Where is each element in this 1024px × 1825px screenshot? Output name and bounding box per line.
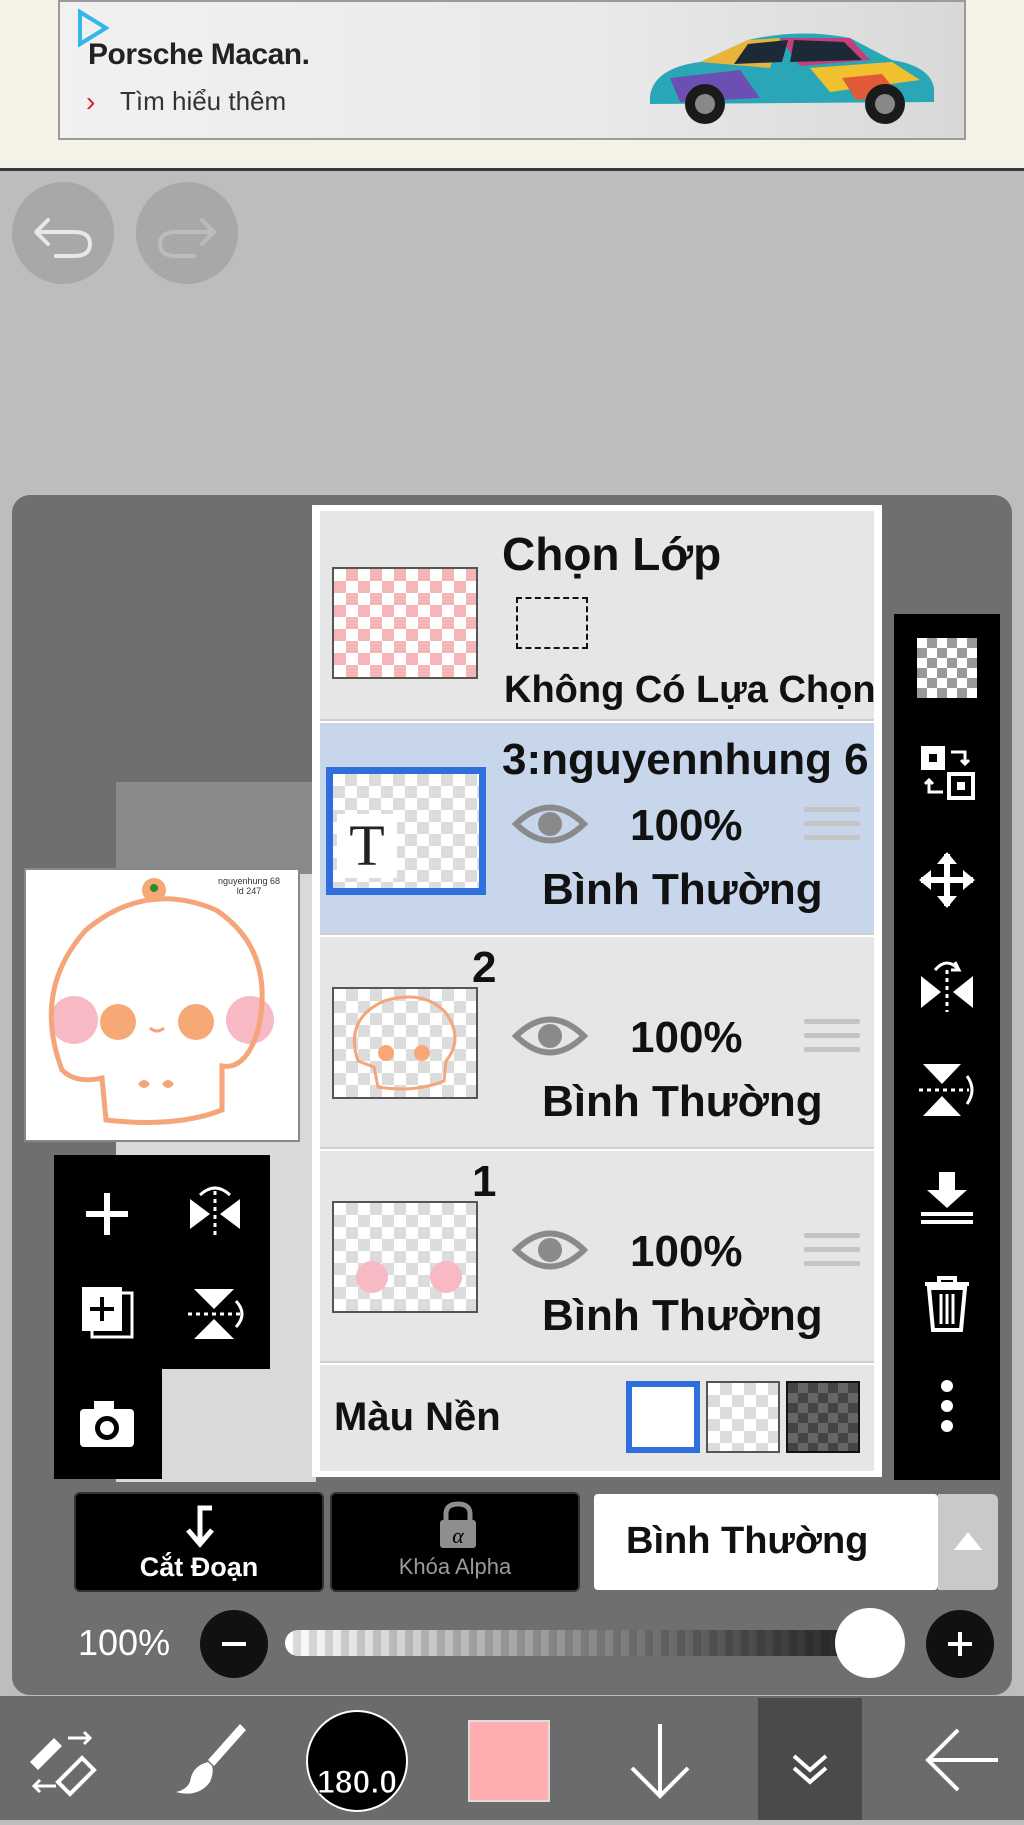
arrow-down-icon[interactable]: [620, 1716, 700, 1806]
ad-card[interactable]: Porsche Macan. › Tìm hiểu thêm: [58, 0, 966, 140]
triangle-up-icon: [954, 1532, 982, 1550]
layer-row[interactable]: T 3:nguyennhung 6 100% Bình Thường: [320, 723, 874, 935]
layer-blend-mode: Bình Thường: [542, 1291, 823, 1340]
opacity-decrease-button[interactable]: [200, 1610, 268, 1678]
layer-thumbnail: [332, 1201, 478, 1313]
ad-banner[interactable]: Porsche Macan. › Tìm hiểu thêm: [0, 0, 1024, 171]
layer-blend-mode: Bình Thường: [542, 865, 823, 914]
layer-name: 3:nguyennhung 6: [502, 735, 869, 784]
layer-thumbnail: T: [326, 767, 486, 895]
alpha-lock-button[interactable]: α Khóa Alpha: [330, 1492, 580, 1592]
flip-vertical-icon: [188, 1289, 244, 1339]
layer-opacity: 100%: [630, 801, 743, 850]
flip-vertical-button[interactable]: [180, 1279, 250, 1349]
redo-icon: [157, 218, 216, 258]
skull-outline-thumbnail: [352, 995, 457, 1091]
copy-layer-icon: [82, 1287, 134, 1339]
drag-handle-icon[interactable]: [804, 807, 860, 849]
background-color-row: Màu Nền: [320, 1365, 874, 1471]
brush-size-value: 180.0: [316, 1764, 398, 1801]
opacity-increase-button[interactable]: [926, 1610, 994, 1678]
alpha-lock-label: Khóa Alpha: [398, 1554, 512, 1579]
brush-size-button[interactable]: 180.0: [306, 1710, 408, 1812]
trash-icon[interactable]: [917, 1272, 977, 1332]
more-options-icon[interactable]: [917, 1376, 977, 1436]
drag-handle-icon[interactable]: [804, 1233, 860, 1275]
blend-mode-select[interactable]: Bình Thường: [594, 1494, 938, 1590]
flip-horizontal-icon: [190, 1186, 240, 1237]
selection-title: Chọn Lớp: [502, 528, 722, 580]
canvas-header: [116, 782, 316, 874]
layer-opacity: 100%: [630, 1013, 743, 1062]
car-image: [650, 33, 934, 124]
opacity-slider-thumb[interactable]: [835, 1608, 905, 1678]
ad-title: Porsche Macan.: [88, 38, 310, 71]
redo-button[interactable]: [136, 182, 238, 284]
eye-icon[interactable]: [512, 799, 588, 849]
layer-name: 1: [472, 1157, 497, 1206]
flip-horizontal-button[interactable]: [180, 1179, 250, 1249]
camera-icon: [80, 1401, 134, 1447]
eye-icon[interactable]: [512, 1011, 588, 1061]
selection-marquee-icon: [516, 597, 588, 649]
double-chevron-down-icon: [792, 1754, 828, 1785]
layer-tools-panel: [54, 1155, 270, 1369]
plus-icon: [86, 1193, 128, 1235]
drag-handle-icon[interactable]: [804, 1019, 860, 1061]
selection-status: Không Có Lựa Chọn: [504, 669, 876, 711]
layers-list: Chọn Lớp Không Có Lựa Chọn T 3:nguyennhu…: [312, 505, 882, 1477]
minus-icon: [222, 1642, 246, 1646]
text-layer-icon: T: [337, 814, 397, 878]
duplicate-layer-button[interactable]: [72, 1279, 142, 1349]
selection-thumbnail: [332, 567, 478, 679]
current-color-swatch[interactable]: [468, 1720, 550, 1802]
eye-icon[interactable]: [512, 1225, 588, 1275]
layer-name: 2: [472, 943, 497, 992]
merge-down-icon[interactable]: [917, 1168, 977, 1228]
brush-eraser-swap-icon[interactable]: [20, 1718, 104, 1802]
background-transparent-option[interactable]: [706, 1381, 780, 1453]
blend-mode-value: Bình Thường: [626, 1520, 869, 1562]
layer-row[interactable]: 1 100% Bình Thường: [320, 1151, 874, 1363]
blush-thumbnail: [356, 1261, 462, 1293]
clipping-arrow-icon: [186, 1505, 214, 1548]
add-layer-button[interactable]: [72, 1179, 142, 1249]
layer-row[interactable]: 2 100% Bình Thường: [320, 937, 874, 1149]
background-dark-option[interactable]: [786, 1381, 860, 1453]
layers-button[interactable]: [758, 1698, 862, 1820]
camera-panel: [54, 1369, 162, 1479]
undo-icon: [34, 218, 93, 258]
camera-button[interactable]: [72, 1389, 142, 1459]
background-white-option[interactable]: [626, 1381, 700, 1453]
flip-vertical-icon[interactable]: [917, 1060, 977, 1120]
transparency-icon[interactable]: [917, 638, 977, 698]
svg-text:α: α: [452, 1523, 464, 1548]
layer-actions-toolbar: [894, 614, 1000, 1480]
layer-thumbnail: [332, 987, 478, 1099]
blend-mode-dropdown-button[interactable]: [938, 1494, 998, 1590]
move-icon[interactable]: [917, 850, 977, 910]
ad-learn-more-link[interactable]: Tìm hiểu thêm: [120, 86, 286, 117]
undo-button[interactable]: [12, 182, 114, 284]
brush-icon[interactable]: [168, 1716, 252, 1800]
layer-blend-mode: Bình Thường: [542, 1077, 823, 1126]
opacity-slider[interactable]: [285, 1630, 885, 1656]
move-layer-pixels-icon[interactable]: [917, 742, 977, 802]
canvas-preview[interactable]: nguyenhung 68 ld 247: [24, 868, 300, 1142]
skull-drawing: [48, 878, 274, 1125]
selection-layer-row[interactable]: Chọn Lớp Không Có Lựa Chọn: [320, 511, 876, 721]
flip-horizontal-icon[interactable]: [917, 954, 977, 1014]
layer-opacity: 100%: [630, 1227, 743, 1276]
plus-icon: [948, 1632, 972, 1656]
main-toolbar: 180.0: [0, 1696, 1024, 1820]
opacity-label: 100%: [78, 1622, 171, 1663]
chevron-right-icon: ›: [86, 86, 96, 117]
clipping-button[interactable]: Cắt Đoạn: [74, 1492, 324, 1592]
back-arrow-icon[interactable]: [920, 1722, 1004, 1798]
clipping-label: Cắt Đoạn: [139, 1552, 259, 1582]
background-color-label: Màu Nền: [334, 1395, 501, 1439]
lock-icon: α: [440, 1501, 476, 1548]
